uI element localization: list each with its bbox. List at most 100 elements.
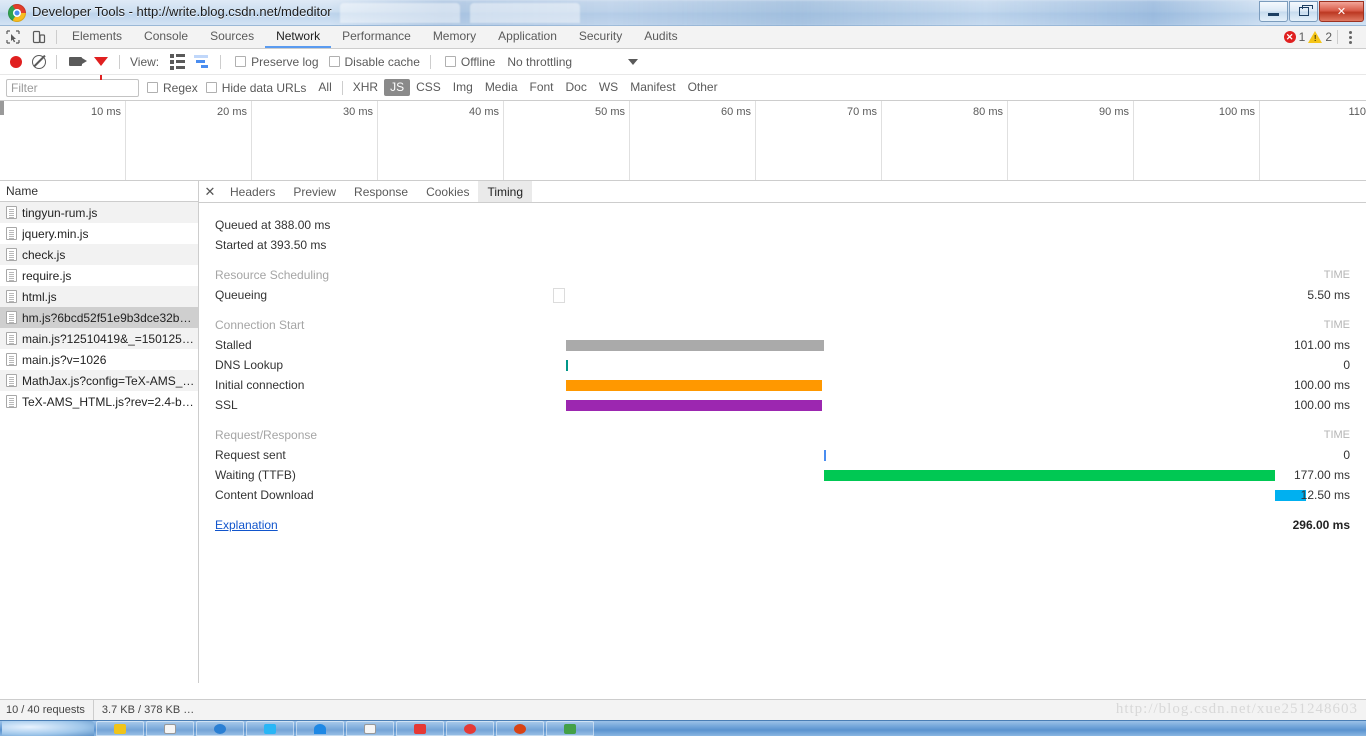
tab-performance[interactable]: Performance (331, 26, 422, 48)
device-toolbar-icon[interactable] (26, 26, 52, 48)
table-row[interactable]: TeX-AMS_HTML.js?rev=2.4-be… (0, 391, 198, 412)
timing-value: 101.00 ms (1293, 338, 1350, 352)
script-file-icon (6, 269, 17, 282)
request-list-header[interactable]: Name (0, 181, 198, 202)
tab-console[interactable]: Console (133, 26, 199, 48)
taskbar-item[interactable] (196, 721, 244, 736)
transferred-size-status: 3.7 KB / 378 KB … (101, 704, 195, 716)
disable-cache-checkbox[interactable]: Disable cache (328, 55, 420, 69)
queued-at-label: Queued at 388.00 ms (215, 218, 331, 232)
taskbar-item[interactable] (246, 721, 294, 736)
taskbar-item[interactable] (146, 721, 194, 736)
tab-network[interactable]: Network (265, 26, 332, 48)
type-filter-font[interactable]: Font (524, 79, 560, 96)
ruler-tick-label: 100 ms (1218, 106, 1255, 118)
ruler-segment: 30 ms (252, 101, 378, 180)
throttling-select[interactable]: No throttling (507, 55, 639, 69)
close-icon[interactable]: ✕ (199, 181, 221, 202)
close-button[interactable]: ✕ (1319, 1, 1364, 22)
warning-count-badge[interactable]: 2 (1308, 30, 1332, 44)
tab-elements[interactable]: Elements (61, 26, 133, 48)
taskbar-item[interactable] (396, 721, 444, 736)
tab-preview[interactable]: Preview (284, 181, 345, 202)
network-timeline-ruler[interactable]: 10 ms 20 ms 30 ms 40 ms 50 ms 60 ms 70 m… (0, 101, 1366, 181)
timing-label: Stalled (215, 338, 252, 352)
tab-audits[interactable]: Audits (633, 26, 688, 48)
regex-checkbox[interactable]: Regex (147, 81, 198, 95)
taskbar-item[interactable] (296, 721, 344, 736)
offline-checkbox[interactable]: Offline (444, 54, 496, 69)
script-file-icon (6, 374, 17, 387)
script-file-icon (6, 395, 17, 408)
script-file-icon (6, 227, 17, 240)
minimize-button[interactable] (1259, 1, 1288, 22)
type-filter-media[interactable]: Media (479, 79, 524, 96)
table-row[interactable]: check.js (0, 244, 198, 265)
taskbar-item[interactable] (496, 721, 544, 736)
type-filter-other[interactable]: Other (682, 79, 724, 96)
table-row-selected[interactable]: hm.js?6bcd52f51e9b3dce32be… (0, 307, 198, 328)
request-name: tingyun-rum.js (22, 205, 98, 220)
timing-bar-lane (401, 335, 1216, 355)
tab-application[interactable]: Application (487, 26, 568, 48)
hide-data-urls-checkbox[interactable]: Hide data URLs (205, 81, 306, 95)
taskbar-item[interactable] (346, 721, 394, 736)
window-controls: ✕ (1258, 1, 1364, 22)
record-icon[interactable] (6, 55, 26, 68)
taskbar-item[interactable] (446, 721, 494, 736)
table-row[interactable]: jquery.min.js (0, 223, 198, 244)
tab-headers[interactable]: Headers (221, 181, 284, 202)
checkbox-box (444, 56, 456, 67)
table-row[interactable]: MathJax.js?config=TeX-AMS_… (0, 370, 198, 391)
ruler-tick-label: 80 ms (973, 106, 1003, 118)
timing-label: Request sent (215, 448, 286, 462)
toolbar-divider (220, 54, 222, 69)
timing-bar-lane (401, 445, 1216, 465)
ruler-tick-label: 90 ms (1099, 106, 1129, 118)
timing-value: 0 (1343, 358, 1350, 372)
preserve-log-checkbox[interactable]: Preserve log (235, 55, 319, 69)
ruler-tick-label: 30 ms (343, 106, 373, 118)
table-row[interactable]: main.js?v=1026 (0, 349, 198, 370)
tab-cookies[interactable]: Cookies (417, 181, 478, 202)
timing-value: 5.50 ms (1307, 288, 1350, 302)
type-filter-css[interactable]: CSS (410, 79, 447, 96)
type-filter-xhr[interactable]: XHR (347, 79, 384, 96)
inspect-element-icon[interactable] (0, 26, 26, 48)
error-count-badge[interactable]: ✕ 1 (1283, 30, 1305, 44)
window-title: Developer Tools - http://write.blog.csdn… (32, 4, 332, 19)
waterfall-view-icon[interactable] (190, 55, 214, 68)
clear-icon[interactable] (28, 54, 50, 69)
start-button[interactable] (2, 721, 94, 736)
type-filter-img[interactable]: Img (447, 79, 479, 96)
table-row[interactable]: main.js?12510419&_=1501250… (0, 328, 198, 349)
type-filter-all[interactable]: All (312, 79, 337, 96)
tab-response[interactable]: Response (345, 181, 417, 202)
tab-timing[interactable]: Timing (478, 181, 533, 202)
explanation-link[interactable]: Explanation (215, 518, 385, 532)
tab-memory[interactable]: Memory (422, 26, 487, 48)
ruler-tick-label: 20 ms (217, 106, 247, 118)
taskbar-item[interactable] (546, 721, 594, 736)
list-view-icon[interactable] (166, 53, 188, 70)
filter-input[interactable] (6, 78, 139, 97)
maximize-button[interactable] (1289, 1, 1318, 22)
script-file-icon (6, 206, 17, 219)
tab-security[interactable]: Security (568, 26, 633, 48)
offline-label: Offline (460, 54, 496, 69)
kebab-menu-icon[interactable] (1343, 30, 1358, 44)
table-row[interactable]: tingyun-rum.js (0, 202, 198, 223)
type-filter-manifest[interactable]: Manifest (624, 79, 681, 96)
type-filter-doc[interactable]: Doc (560, 79, 593, 96)
filter-funnel-icon[interactable] (89, 57, 113, 80)
type-filter-js[interactable]: JS (384, 79, 411, 96)
type-filter-ws[interactable]: WS (593, 79, 624, 96)
screenshot-camera-icon[interactable] (63, 57, 87, 66)
timing-row-request-sent: Request sent 0 (215, 445, 1366, 465)
request-list: Name tingyun-rum.js jquery.min.js check.… (0, 181, 199, 683)
table-row[interactable]: html.js (0, 286, 198, 307)
tab-sources[interactable]: Sources (199, 26, 265, 48)
table-row[interactable]: require.js (0, 265, 198, 286)
taskbar-item[interactable] (96, 721, 144, 736)
request-rows: tingyun-rum.js jquery.min.js check.js re… (0, 202, 198, 683)
